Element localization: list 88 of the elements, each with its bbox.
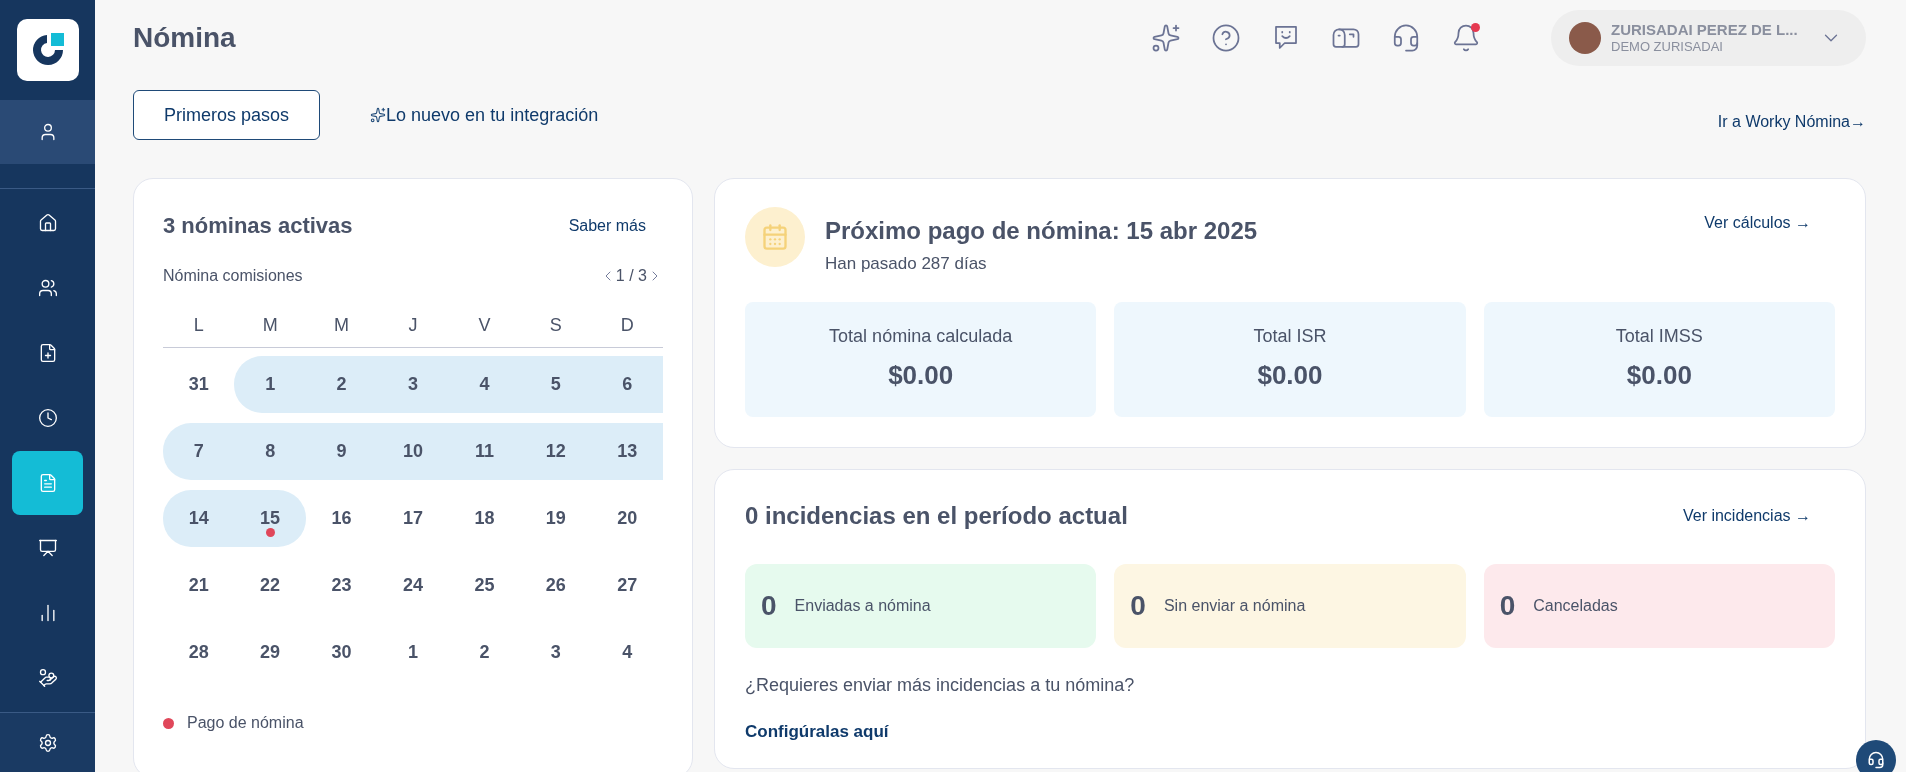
first-steps-button[interactable]: Primeros pasos [133, 90, 321, 140]
learn-more-link[interactable]: Saber más [568, 213, 646, 238]
calendar-day[interactable]: 13 [591, 423, 663, 480]
calendar-day[interactable]: 19 [520, 490, 592, 547]
calendar-day[interactable]: 4 [591, 624, 663, 681]
calendar-day[interactable]: 3 [520, 624, 592, 681]
calendar-day[interactable]: 23 [305, 557, 378, 614]
total-value: $0.00 [1626, 359, 1692, 392]
sparkles-icon[interactable] [1151, 23, 1181, 53]
whats-new-link[interactable]: Lo nuevo en tu integración [386, 101, 599, 129]
calendar-icon [761, 223, 789, 251]
card-subtitle: Han pasado 287 días [825, 253, 988, 275]
app-logo [16, 19, 79, 81]
incidents-link[interactable]: Ver incidencias → [1682, 503, 1811, 528]
go-to-link[interactable]: Ir a Worky Nómina→ [1717, 110, 1866, 134]
calendar-day[interactable]: 1 [377, 624, 449, 681]
calendar-day[interactable]: 26 [520, 557, 592, 614]
incident-count: 0 [1499, 588, 1516, 623]
calendar-day[interactable]: 6 [591, 356, 663, 413]
calendar-day[interactable]: 5 [520, 356, 592, 413]
incident-label: Canceladas [1533, 595, 1618, 616]
calendar-day[interactable]: 14 [163, 490, 235, 547]
payroll-name: Nómina comisiones [163, 266, 303, 286]
calendar-day[interactable]: 16 [305, 490, 378, 547]
calendar-day[interactable]: 30 [305, 624, 378, 681]
question-text: ¿Requieres enviar más incidencias a tu nómina? [745, 673, 1136, 697]
help-icon[interactable] [1211, 23, 1241, 53]
card-title: 0 incidencias en el período actual [745, 500, 1128, 531]
user-name: ZURISADAI PEREZ DE L... [1611, 20, 1798, 40]
calendar-day[interactable]: 17 [377, 490, 449, 547]
calendar-day[interactable]: 15 [234, 490, 306, 547]
weekday-label: V [477, 314, 492, 337]
bell-icon[interactable] [1451, 23, 1481, 53]
incident-count: 0 [1130, 588, 1146, 623]
page-title: Nómina [133, 21, 236, 55]
presentation-icon [37, 538, 58, 558]
weekday-label: D [619, 314, 635, 337]
calendar-day[interactable]: 4 [448, 356, 521, 413]
incident-count: 0 [761, 588, 777, 623]
calendar-day[interactable]: 9 [305, 423, 378, 480]
calendar-day[interactable]: 21 [163, 557, 235, 614]
weekday-label: J [407, 314, 419, 337]
total-value: $0.00 [1257, 359, 1323, 392]
calendar-day[interactable]: 27 [591, 557, 663, 614]
total-label: Total nómina calculada [829, 325, 1013, 348]
card-title: 3 nóminas activas [163, 212, 353, 240]
calendar-day[interactable]: 22 [234, 557, 306, 614]
calendar-day[interactable]: 1 [234, 356, 306, 413]
total-value: $0.00 [888, 359, 954, 392]
avatar [1569, 22, 1601, 54]
calendar-day[interactable]: 31 [163, 356, 235, 413]
calendar-day[interactable]: 24 [377, 557, 449, 614]
weekday-label: M [333, 314, 351, 337]
people-icon [37, 278, 58, 298]
calendar-day[interactable]: 12 [520, 423, 592, 480]
weekday-label: L [192, 314, 205, 337]
calendar-day[interactable]: 8 [234, 423, 306, 480]
calendar-day[interactable]: 7 [163, 423, 235, 480]
calendar-day[interactable]: 20 [591, 490, 663, 547]
total-label: Total ISR [1253, 325, 1327, 348]
calendar-day[interactable]: 29 [234, 624, 306, 681]
support-button[interactable] [1856, 740, 1896, 772]
legend-label: Pago de nómina [187, 713, 304, 733]
calendar-day[interactable]: 25 [448, 557, 521, 614]
weekday-label: M [261, 314, 279, 337]
home-icon [37, 213, 58, 233]
calendar-day[interactable]: 28 [163, 624, 235, 681]
configure-link[interactable]: Configúralas aquí [745, 718, 1835, 744]
calculations-link[interactable]: Ver cálculos → [1704, 211, 1811, 235]
calendar-day[interactable]: 3 [377, 356, 449, 413]
settings-icon [37, 732, 58, 753]
calendar-day[interactable]: 18 [448, 490, 521, 547]
card-title: Próximo pago de nómina: 15 abr 2025 [825, 216, 1258, 246]
calendar-day[interactable]: 10 [377, 423, 449, 480]
headset-icon[interactable] [1391, 23, 1421, 53]
calendar-day[interactable]: 2 [305, 356, 378, 413]
incident-label: Enviadas a nómina [794, 595, 931, 616]
headset-icon [1867, 751, 1885, 769]
calendar-day[interactable]: 11 [448, 423, 521, 480]
incident-label: Sin enviar a nómina [1163, 595, 1306, 616]
calendar-day[interactable]: 2 [448, 624, 521, 681]
hand-coins-icon [37, 668, 58, 688]
pager: 1 / 3 [615, 266, 647, 286]
weekday-label: S [548, 314, 563, 337]
user-company: DEMO ZURISADAI [1611, 39, 1723, 56]
total-label: Total IMSS [1615, 325, 1703, 348]
clock-icon [37, 408, 58, 428]
sparkles-icon [370, 107, 387, 123]
